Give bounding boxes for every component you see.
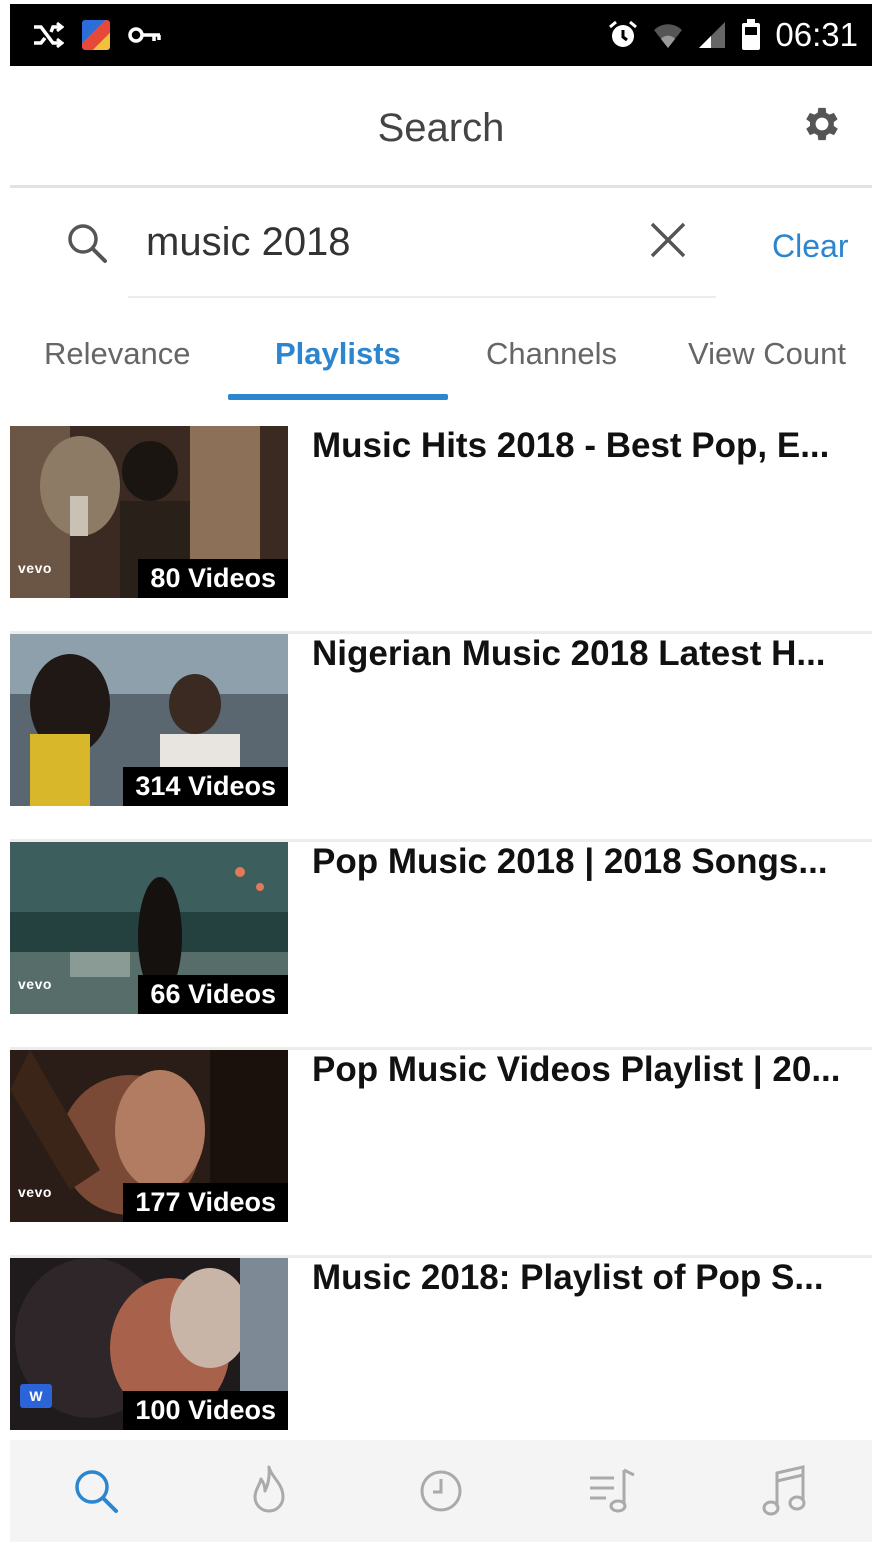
brand-logo: W (20, 1384, 52, 1408)
playlist-title: Nigerian Music 2018 Latest H... (312, 634, 826, 673)
search-icon (64, 220, 110, 271)
nav-queue[interactable] (573, 1451, 653, 1531)
flame-icon (253, 1465, 285, 1513)
playlist-thumbnail: 314 Videos (10, 634, 288, 806)
clear-query-button[interactable] (648, 220, 688, 265)
video-count-badge: 314 Videos (123, 767, 288, 806)
status-left-icons (32, 20, 162, 50)
clear-button[interactable]: Clear (772, 228, 848, 265)
playlist-title: Pop Music 2018 | 2018 Songs... (312, 842, 828, 881)
playlist-title: Music Hits 2018 - Best Pop, E... (312, 426, 830, 465)
brand-mark: vevo (18, 560, 52, 576)
tab-relevance[interactable]: Relevance (44, 336, 190, 372)
tab-channels[interactable]: Channels (486, 336, 617, 372)
playlist-title: Pop Music Videos Playlist | 20... (312, 1050, 841, 1089)
search-icon (75, 1470, 119, 1513)
wifi-icon (653, 20, 683, 50)
alarm-icon (607, 19, 639, 51)
list-item[interactable]: W 100 Videos Music 2018: Playlist of Pop… (10, 1258, 872, 1466)
clock-icon (420, 1470, 462, 1512)
tab-view-count[interactable]: View Count (688, 336, 846, 372)
status-time: 06:31 (775, 16, 858, 53)
gear-icon (806, 107, 838, 141)
key-icon (128, 25, 162, 45)
list-item[interactable]: vevo 177 Videos Pop Music Videos Playlis… (10, 1050, 872, 1258)
queue-music-icon (590, 1468, 636, 1513)
playlist-thumbnail: vevo 80 Videos (10, 426, 288, 598)
tab-playlists[interactable]: Playlists (275, 336, 401, 372)
app-icon (82, 20, 110, 50)
list-item[interactable]: vevo 80 Videos Music Hits 2018 - Best Po… (10, 426, 872, 634)
page-title: Search (377, 106, 505, 150)
bottom-nav (10, 1440, 872, 1542)
list-item[interactable]: vevo 66 Videos Pop Music 2018 | 2018 Son… (10, 842, 872, 1050)
brand-mark: vevo (18, 1184, 52, 1200)
nav-trending[interactable] (229, 1451, 309, 1531)
playlist-thumbnail: vevo 177 Videos (10, 1050, 288, 1222)
playlist-thumbnail: vevo 66 Videos (10, 842, 288, 1014)
status-right-icons: 06:31 (607, 16, 858, 54)
video-count-badge: 66 Videos (138, 975, 288, 1014)
settings-button[interactable] (798, 100, 846, 148)
close-icon (650, 222, 686, 258)
brand-mark: vevo (18, 976, 52, 992)
active-tab-indicator (228, 394, 448, 400)
video-count-badge: 80 Videos (138, 559, 288, 598)
search-underline (128, 296, 716, 298)
list-item[interactable]: 314 Videos Nigerian Music 2018 Latest H.… (10, 634, 872, 842)
app-header: Search (10, 66, 872, 188)
video-count-badge: 100 Videos (123, 1391, 288, 1430)
nav-search[interactable] (56, 1451, 136, 1531)
video-count-badge: 177 Videos (123, 1183, 288, 1222)
status-bar: 06:31 (10, 4, 872, 66)
search-bar: Clear (10, 190, 872, 302)
playlist-thumbnail: W 100 Videos (10, 1258, 288, 1430)
playlist-title: Music 2018: Playlist of Pop S... (312, 1258, 824, 1297)
music-note-icon (762, 1465, 806, 1516)
nav-library[interactable] (746, 1451, 826, 1531)
sort-tabs: Relevance Playlists Channels View Count (10, 330, 872, 404)
nav-history[interactable] (401, 1451, 481, 1531)
search-input[interactable] (146, 214, 626, 270)
shuffle-icon (32, 21, 64, 49)
battery-icon (741, 19, 761, 51)
signal-icon (697, 20, 727, 50)
